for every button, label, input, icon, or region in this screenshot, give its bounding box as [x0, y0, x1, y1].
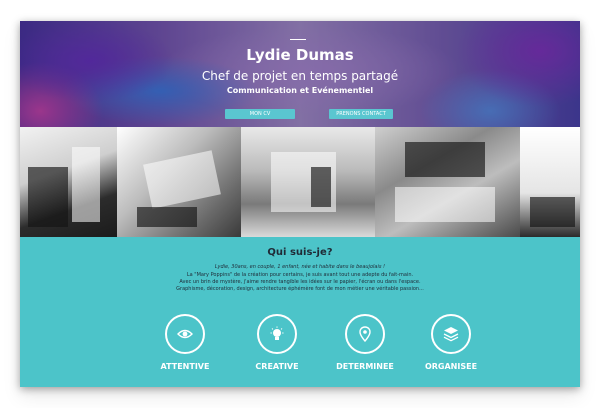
hero-subtitle: Chef de projet en temps partagé [201, 69, 399, 83]
about-line: Graphisme, décoration, design, architect… [176, 286, 424, 292]
hero-name: Lydie Dumas [246, 46, 354, 64]
about-line: Lydie, 30ans, en couple, 1 enfant, née e… [214, 264, 386, 270]
portfolio-photo-2[interactable] [117, 127, 241, 237]
website-mockup: Lydie Dumas Chef de projet en temps part… [20, 21, 580, 387]
feature-circle [165, 314, 205, 354]
layers-icon [443, 327, 459, 342]
hero-banner: Lydie Dumas Chef de projet en temps part… [20, 21, 580, 127]
feature-circle [257, 314, 297, 354]
about-line: Avec un brin de mystère, j'aime rendre t… [179, 279, 421, 285]
cv-button[interactable]: MON CV [225, 109, 295, 119]
feature-circle [431, 314, 471, 354]
feature-label: DETERMINEE [336, 362, 394, 371]
portfolio-photo-1[interactable] [20, 127, 117, 237]
contact-button[interactable]: PRENONS CONTACT [329, 109, 393, 119]
feature-label: ORGANISEE [424, 362, 478, 371]
map-pin-icon [359, 326, 371, 342]
portfolio-photo-4[interactable] [375, 127, 520, 237]
about-heading: Qui suis-je? [267, 247, 333, 258]
feature-label: ATTENTIVE [160, 362, 210, 371]
hero-subtitle-secondary: Communication et Evénementiel [226, 86, 374, 95]
about-line: La "Mary Poppins" de la création pour ce… [186, 272, 414, 278]
portfolio-photo-strip [20, 127, 580, 237]
feature-label: CREATIVE [255, 362, 299, 371]
title-dash [290, 39, 306, 40]
lightbulb-icon [270, 326, 284, 340]
eye-icon [177, 329, 193, 339]
portfolio-photo-3[interactable] [241, 127, 375, 237]
feature-circle [345, 314, 385, 354]
portfolio-photo-5[interactable] [520, 127, 580, 237]
